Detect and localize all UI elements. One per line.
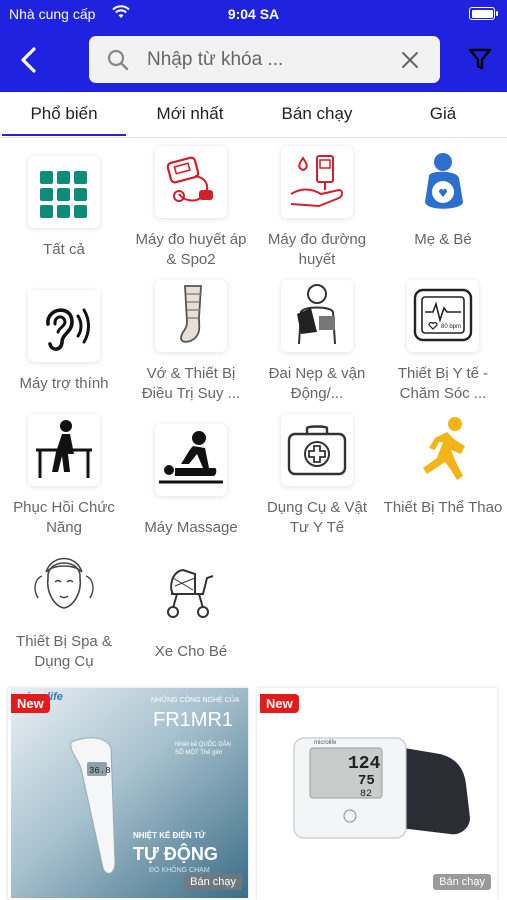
stroller-icon [155,558,227,630]
bestseller-badge: Bán chạy [433,874,491,890]
back-arrow-icon[interactable] [14,44,44,76]
bp-pulse: 82 [360,789,372,800]
first-aid-icon [281,414,353,486]
category-label: Máy trợ thính [19,375,109,392]
product-subtitle: Nhiệt kế QUỐC DÂN [175,741,231,748]
product-image: microlife 124 75 82 [260,688,497,898]
category-label: Vớ & Thiết Bị Điều Trị Suy ... [141,365,241,402]
glucose-icon [281,146,353,218]
ear-icon [28,290,100,362]
svg-text:80 bpm: 80 bpm [441,324,461,330]
top-app-bar: Nhà cung cấp 9:04 SA [0,0,507,92]
blood-pressure-icon [155,146,227,218]
filter-icon[interactable] [468,47,492,71]
category-label: Thiết Bị Spa & Dụng Cụ [16,633,112,670]
new-badge: New [11,694,50,713]
category-label: Thiết Bị Y tế - Chăm Sóc ... [397,365,489,402]
product-headline: NHỮNG CÔNG NGHỆ CỦA [151,695,240,704]
tab-popular[interactable]: Phổ biến [9,104,119,124]
runner-icon [407,414,479,486]
product-card[interactable]: microlife 124 75 82 New Bán chạy [257,688,497,900]
arm-brace-icon [281,280,353,352]
tab-newest[interactable]: Mới nhất [135,104,245,124]
new-badge: New [260,694,299,713]
category-label: Tất cả [43,241,85,258]
clear-icon[interactable] [400,50,420,70]
rehab-icon [28,414,100,486]
bp-systolic: 124 [348,754,381,774]
category-label: Máy đo huyết áp & Spo2 [135,231,247,268]
brand-logo-text: microlife [314,740,337,746]
product-model: FR1MR1 [153,709,233,731]
search-input[interactable] [147,46,377,74]
thermometer-reading: 36.8 [89,766,111,776]
battery-icon [469,7,498,20]
grid-icon [28,156,100,228]
massage-icon [155,424,227,496]
product-subtitle-2: SỐ MỘT Thế giới [175,749,222,756]
category-label: Xe Cho Bé [154,643,228,660]
sort-tabs: Phổ biến Mới nhất Bán chạy Giá [0,92,507,138]
tab-price[interactable]: Giá [388,104,498,124]
tab-bestselling[interactable]: Bán chạy [262,104,372,124]
bestseller-badge: Bán chạy [184,874,242,890]
heart-monitor-icon: 80 bpm [407,280,479,352]
compression-stocking-icon [155,280,227,352]
search-bar[interactable] [89,36,440,83]
category-label: Máy đo đường huyết [267,231,367,268]
category-label: Mẹ & Bé [414,231,472,248]
product-image: microlife NHỮNG CÔNG NGHỆ CỦA FR1MR1 Nhi… [11,688,248,898]
search-icon [107,49,129,71]
category-label: Máy Massage [144,519,238,536]
status-bar: Nhà cung cấp 9:04 SA [0,0,507,28]
product-banner-3: ĐO KHÔNG CHẠM [149,865,210,874]
product-banner-1: NHIỆT KẾ ĐIỆN TỬ [133,830,206,840]
category-label: Dụng Cụ & Vật Tư Y Tế [266,499,368,536]
product-banner-2: TỰ ĐỘNG [133,843,218,864]
mother-baby-icon [407,146,479,218]
category-label: Phục Hồi Chức Năng [13,499,115,536]
active-tab-indicator [2,134,126,136]
product-card[interactable]: microlife NHỮNG CÔNG NGHỆ CỦA FR1MR1 Nhi… [8,688,248,900]
bp-diastolic: 75 [358,773,375,789]
status-time: 9:04 SA [227,6,280,22]
category-label: Thiết Bị Thể Thao [383,499,503,516]
category-label: Đai Nẹp & vận Động/... [268,365,366,402]
spa-icon [28,548,100,620]
